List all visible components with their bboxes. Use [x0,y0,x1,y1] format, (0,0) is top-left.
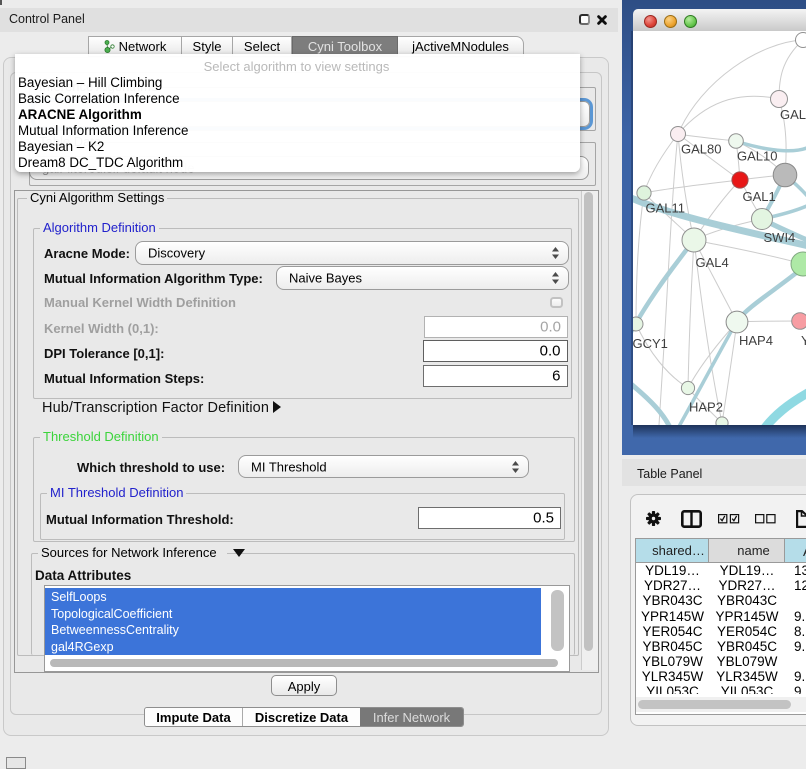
svg-text:HAP4: HAP4 [739,333,773,348]
svg-text:GAL80: GAL80 [681,142,721,157]
svg-text:GAL4: GAL4 [695,255,728,270]
svg-text:SWI4: SWI4 [763,230,795,245]
svg-text:GAL10: GAL10 [737,149,777,164]
svg-text:HAP2: HAP2 [689,400,723,415]
svg-text:GAL7: GAL7 [780,107,806,122]
svg-text:GAL1: GAL1 [742,189,775,204]
svg-text:GAL11: GAL11 [645,201,685,216]
svg-text:Y: Y [801,333,806,348]
svg-text:GCY1: GCY1 [633,336,668,351]
